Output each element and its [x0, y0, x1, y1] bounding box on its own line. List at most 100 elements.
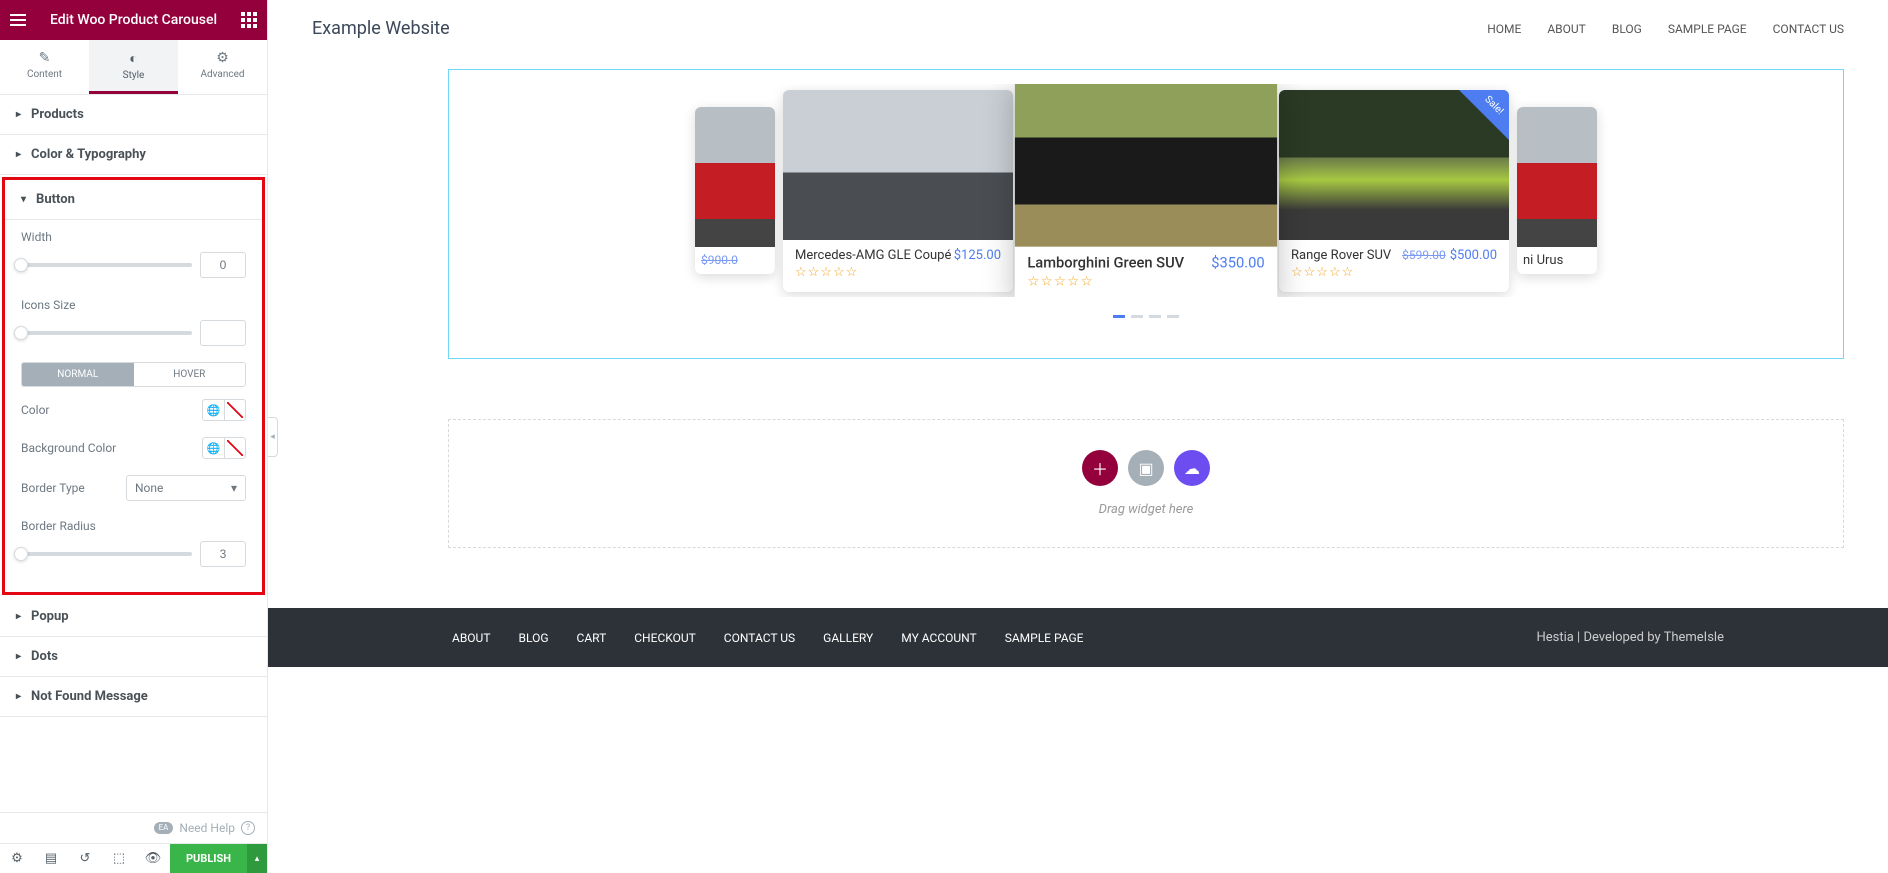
dot[interactable]	[1149, 315, 1161, 318]
slider-thumb[interactable]	[14, 547, 28, 561]
footer-link-checkout[interactable]: CHECKOUT	[634, 631, 696, 645]
drop-zone-buttons: ＋ ▣ ☁	[479, 450, 1813, 486]
product-image	[783, 90, 1013, 240]
panel-collapse-handle[interactable]: ◂	[268, 417, 278, 457]
icons-size-label: Icons Size	[21, 298, 246, 312]
border-type-select[interactable]: None▾	[126, 475, 246, 501]
carousel-track: $900.0 Mercedes-AMG GLE Coupé ☆☆☆☆☆ $125…	[449, 84, 1843, 297]
navigator-button[interactable]: ▤	[34, 844, 68, 873]
help-bar[interactable]: EA Need Help ?	[0, 812, 267, 843]
section-color-typography[interactable]: ▸Color & Typography	[0, 135, 267, 175]
tab-advanced[interactable]: ⚙Advanced	[178, 40, 267, 94]
nav-home[interactable]: HOME	[1487, 22, 1521, 36]
publish-options-button[interactable]: ▴	[247, 844, 267, 873]
chevron-down-icon: ▾	[231, 481, 237, 495]
section-products[interactable]: ▸Products	[0, 95, 267, 135]
tab-style[interactable]: ◐Style	[89, 40, 178, 94]
sidebar-bottom-bar: ⚙ ▤ ↺ ⬚ 👁 PUBLISH ▴	[0, 843, 267, 873]
carousel-dots	[449, 315, 1843, 318]
preview-canvas: Example Website HOME ABOUT BLOG SAMPLE P…	[268, 0, 1888, 873]
control-icons-size: Icons Size	[5, 288, 262, 356]
footer-link-blog[interactable]: BLOG	[519, 631, 549, 645]
eye-icon: 👁	[145, 851, 162, 866]
footer-link-sample[interactable]: SAMPLE PAGE	[1005, 631, 1084, 645]
footer-link-contact[interactable]: CONTACT US	[724, 631, 795, 645]
width-slider[interactable]	[21, 263, 192, 267]
state-tab-hover[interactable]: HOVER	[134, 363, 246, 386]
nav-about[interactable]: ABOUT	[1547, 22, 1586, 36]
footer-link-cart[interactable]: CART	[577, 631, 607, 645]
nav-contact[interactable]: CONTACT US	[1773, 22, 1844, 36]
primary-nav: HOME ABOUT BLOG SAMPLE PAGE CONTACT US	[1487, 22, 1844, 36]
history-button[interactable]: ↺	[68, 844, 102, 873]
cloud-icon: ☁	[1184, 459, 1200, 478]
width-input[interactable]	[200, 252, 246, 278]
dot[interactable]	[1131, 315, 1143, 318]
navigator-icon: ▤	[45, 851, 57, 866]
plus-icon: ＋	[1092, 456, 1108, 480]
state-tabs: NORMAL HOVER	[21, 362, 246, 387]
section-not-found[interactable]: ▸Not Found Message	[0, 677, 267, 717]
product-card-edge-right[interactable]: ni Urus	[1517, 107, 1597, 274]
globe-icon[interactable]: 🌐	[202, 437, 224, 459]
add-block-button[interactable]: ☁	[1174, 450, 1210, 486]
footer-credit: Hestia | Developed by ThemeIsle	[1536, 630, 1724, 645]
editor-sidebar: Edit Woo Product Carousel ✎Content ◐Styl…	[0, 0, 268, 873]
border-radius-input[interactable]	[200, 541, 246, 567]
border-radius-slider[interactable]	[21, 552, 192, 556]
globe-icon[interactable]: 🌐	[202, 399, 224, 421]
product-name: Lamborghini Green SUV	[1027, 255, 1184, 272]
product-card-edge-left[interactable]: $900.0	[695, 107, 775, 274]
responsive-icon: ⬚	[113, 851, 125, 866]
nav-sample-page[interactable]: SAMPLE PAGE	[1668, 22, 1747, 36]
panel-title: Edit Woo Product Carousel	[50, 12, 217, 28]
product-card[interactable]: Mercedes-AMG GLE Coupé ☆☆☆☆☆ $125.00	[783, 90, 1013, 292]
product-name: Range Rover SUV	[1291, 248, 1391, 263]
footer-nav: ABOUT BLOG CART CHECKOUT CONTACT US GALL…	[452, 631, 1084, 645]
menu-icon[interactable]	[10, 14, 26, 26]
product-carousel[interactable]: $900.0 Mercedes-AMG GLE Coupé ☆☆☆☆☆ $125…	[448, 69, 1844, 359]
control-border-radius: Border Radius	[5, 509, 262, 577]
drop-zone-text: Drag widget here	[479, 502, 1813, 517]
tab-content[interactable]: ✎Content	[0, 40, 89, 94]
dot[interactable]	[1167, 315, 1179, 318]
widgets-icon[interactable]	[241, 12, 257, 28]
product-image	[1015, 84, 1278, 247]
widget-drop-zone[interactable]: ＋ ▣ ☁ Drag widget here	[448, 419, 1844, 548]
color-swatch[interactable]	[224, 399, 246, 421]
caret-right-icon: ▸	[16, 109, 21, 120]
add-template-button[interactable]: ▣	[1128, 450, 1164, 486]
control-width: Width	[5, 220, 262, 288]
state-tab-normal[interactable]: NORMAL	[22, 363, 134, 386]
gear-icon: ⚙	[183, 50, 262, 66]
footer-link-about[interactable]: ABOUT	[452, 631, 491, 645]
sidebar-header: Edit Woo Product Carousel	[0, 0, 267, 40]
section-popup[interactable]: ▸Popup	[0, 597, 267, 637]
icons-size-input[interactable]	[200, 320, 246, 346]
settings-button[interactable]: ⚙	[0, 844, 34, 873]
sale-ribbon	[1459, 90, 1509, 140]
publish-button[interactable]: PUBLISH	[170, 844, 247, 873]
product-price: $599.00$500.00	[1402, 248, 1497, 263]
nav-blog[interactable]: BLOG	[1612, 22, 1642, 36]
slider-thumb[interactable]	[14, 258, 28, 272]
product-card[interactable]: Sale! Range Rover SUV ☆☆☆☆☆ $599.00$500.…	[1279, 90, 1509, 292]
preview-button[interactable]: 👁	[136, 844, 170, 873]
footer-link-gallery[interactable]: GALLERY	[823, 631, 873, 645]
section-dots[interactable]: ▸Dots	[0, 637, 267, 677]
slider-thumb[interactable]	[14, 326, 28, 340]
product-card-active[interactable]: Lamborghini Green SUV $350.00 ☆☆☆☆☆	[1015, 84, 1278, 297]
icons-size-slider[interactable]	[21, 331, 192, 335]
bgcolor-swatch[interactable]	[224, 437, 246, 459]
product-image	[1517, 107, 1597, 247]
add-section-button[interactable]: ＋	[1082, 450, 1118, 486]
footer-link-account[interactable]: MY ACCOUNT	[901, 631, 976, 645]
panel-body: ▸Products ▸Color & Typography ▾Button Wi…	[0, 95, 267, 812]
responsive-button[interactable]: ⬚	[102, 844, 136, 873]
control-color: Color 🌐	[5, 391, 262, 429]
width-label: Width	[21, 230, 246, 244]
section-button[interactable]: ▾Button	[5, 180, 262, 220]
caret-up-icon: ▴	[255, 854, 260, 864]
annotation-highlight: ▾Button Width Icons Size NORMAL HOVER	[2, 177, 265, 595]
dot[interactable]	[1113, 315, 1125, 318]
